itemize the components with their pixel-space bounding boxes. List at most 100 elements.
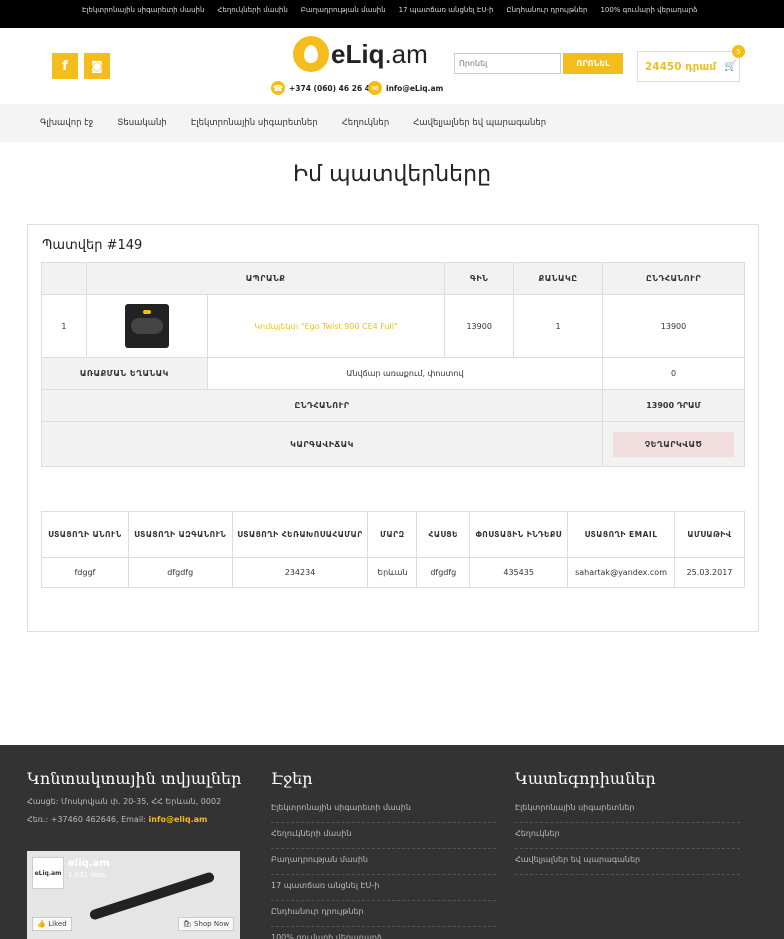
top-link[interactable]: 100% գումարի վերադարձ xyxy=(600,6,697,14)
phone-contact: ☎ +374 (060) 46 26 46 xyxy=(271,81,375,95)
facebook-icon[interactable]: f xyxy=(52,53,78,79)
product-link[interactable]: Կոմպլեկտ "Ego Twist 900 CE4 Full" xyxy=(254,322,397,331)
item-price: 13900 xyxy=(444,294,515,358)
order-date: 25.03.2017 xyxy=(674,557,745,588)
footer-page-link[interactable]: Հեղուկների մասին xyxy=(271,823,496,849)
postal-code: 435435 xyxy=(469,557,569,588)
footer-phone-email: Հեռ.: +37460 462646, Email: info@eliq.am xyxy=(27,815,207,824)
cart-amount: 24450 դրամ xyxy=(645,60,716,73)
item-total: 13900 xyxy=(602,294,745,358)
footer-page-link[interactable]: Էլեկտրոնային սիգարետի մասին xyxy=(271,797,496,823)
top-link[interactable]: Էլեկտրոնային սիգարետի մասին xyxy=(82,6,204,14)
order-items-table: ԱՊՐԱՆՔ ԳԻՆ ՔԱՆԱԿԸ ԸՆԴՀԱՆՈՒՐ 1 Կոմպլեկտ "… xyxy=(40,262,745,467)
col-total: ԸՆԴՀԱՆՈՒՐ xyxy=(602,262,745,295)
search-button[interactable]: ՈՐՈՆԵԼ xyxy=(563,53,623,74)
col-postal-code: ՓՈՍՏԱՅԻՆ ԻՆԴԵՔՍ xyxy=(469,511,569,558)
logo[interactable]: eLiq.am xyxy=(331,39,428,70)
cart[interactable]: 24450 դրամ 🛒 5 xyxy=(637,45,745,82)
header: f ◙ eLiq.am ☎ +374 (060) 46 26 46 ✉ info… xyxy=(0,28,784,104)
envelope-icon: ✉ xyxy=(368,81,382,95)
col-email: ՍՏԱՑՈՂԻ EMAIL xyxy=(567,511,675,558)
cart-count-badge: 5 xyxy=(732,45,745,58)
status-row: ԿԱՐԳԱՎԻՃԱԿ ՉԵՂԱՐԿՎԱԾ xyxy=(40,421,745,467)
delivery-method: Անվճար առաքում, փոստով xyxy=(206,357,604,390)
nav-item-catalog[interactable]: Տեսականի xyxy=(117,118,167,128)
instagram-icon[interactable]: ◙ xyxy=(84,53,110,79)
footer-category-link[interactable]: Հավելյալներ եվ պարագաներ xyxy=(515,849,740,875)
cart-icon: 🛒 xyxy=(723,61,737,72)
table-header-row: ՍՏԱՑՈՂԻ ԱՆՈՒՆ ՍՏԱՑՈՂԻ ԱԶԳԱՆՈՒՆ ՍՏԱՑՈՂԻ Հ… xyxy=(41,511,745,558)
item-name-cell: Կոմպլեկտ "Ego Twist 900 CE4 Full" xyxy=(206,294,446,358)
recipient-phone: 234234 xyxy=(231,557,369,588)
top-link[interactable]: Ընդհանուր դրույթներ xyxy=(506,6,587,14)
footer-category-link[interactable]: Հեղուկներ xyxy=(515,823,740,849)
grand-total-row: ԸՆԴՀԱՆՈՒՐ 13900 ԴՐԱՄ xyxy=(40,389,745,422)
status-label: ԿԱՐԳԱՎԻՃԱԿ xyxy=(40,421,604,467)
delivery-label: ԱՌԱՔՄԱՆ ԵՂԱՆԱԿ xyxy=(41,357,208,390)
logo-drop-icon[interactable] xyxy=(293,36,329,72)
facebook-widget[interactable]: eLiq.am eliq.am 1,031 likes 👍 Liked 🛍 Sh… xyxy=(27,851,240,939)
fb-page-name[interactable]: eliq.am xyxy=(68,858,110,869)
footer-phone: Հեռ.: +37460 462646, Email: xyxy=(27,815,149,824)
fb-like-label: Liked xyxy=(48,920,67,928)
item-index: 1 xyxy=(41,294,87,358)
categories-title: Կատեգորիաներ xyxy=(515,769,656,788)
col-region: ՄԱՐԶ xyxy=(367,511,418,558)
page-title: Իմ պատվերները xyxy=(292,162,492,187)
logo-brand: eLiq xyxy=(331,39,385,69)
fb-page-logo: eLiq.am xyxy=(32,857,64,889)
footer-pages-list: Էլեկտրոնային սիգարետի մասին Հեղուկների մ… xyxy=(271,797,496,939)
fb-likes-count: 1,031 likes xyxy=(68,871,106,879)
top-links: Էլեկտրոնային սիգարետի մասին Հեղուկների մ… xyxy=(0,0,784,14)
customer-table: ՍՏԱՑՈՂԻ ԱՆՈՒՆ ՍՏԱՑՈՂԻ ԱԶԳԱՆՈՒՆ ՍՏԱՑՈՂԻ Հ… xyxy=(41,511,745,588)
nav-item-home[interactable]: Գլխավոր էջ xyxy=(40,118,93,128)
nav-item-ecigarettes[interactable]: Էլեկտրոնային սիգարետներ xyxy=(191,118,318,128)
top-link[interactable]: Հեղուկների մասին xyxy=(217,6,287,14)
grand-total-label: ԸՆԴՀԱՆՈՒՐ xyxy=(40,389,604,422)
footer-page-link[interactable]: 17 պատճառ անցնել ԷՍ-ի xyxy=(271,875,496,901)
top-link[interactable]: Բաղադրության մասին xyxy=(301,6,386,14)
fb-shop-label: Shop Now xyxy=(194,920,230,928)
phone-icon: ☎ xyxy=(271,81,285,95)
region: Երևան xyxy=(367,557,418,588)
fb-like-button[interactable]: 👍 Liked xyxy=(32,917,72,931)
recipient-name: fdggf xyxy=(41,557,129,588)
recipient-surname: dfgdfg xyxy=(127,557,233,588)
footer-categories-list: Էլեկտրոնային սիգարետներ Հեղուկներ Հավելյ… xyxy=(515,797,740,875)
recipient-email: sahartak@yandex.com xyxy=(567,557,675,588)
product-thumbnail[interactable] xyxy=(124,304,169,348)
search-input[interactable] xyxy=(454,53,561,74)
nav-item-liquids[interactable]: Հեղուկներ xyxy=(342,118,390,128)
table-row: 1 Կոմպլեկտ "Ego Twist 900 CE4 Full" 1390… xyxy=(41,294,745,358)
order-heading: Պատվեր #149 xyxy=(42,238,143,253)
top-link[interactable]: 17 պատճառ անցնել ԷՍ-ի xyxy=(399,6,494,14)
phone-number: +374 (060) 46 26 46 xyxy=(289,83,376,93)
col-recipient-phone: ՍՏԱՑՈՂԻ ՀԵՌԱԽՈՍԱՀԱՄԱՐ xyxy=(231,511,369,558)
logo-tld: .am xyxy=(384,39,428,69)
footer-email-link[interactable]: info@eliq.am xyxy=(149,815,208,824)
footer-page-link[interactable]: Ընդհանուր դրույթներ xyxy=(271,901,496,927)
grand-total-value: 13900 ԴՐԱՄ xyxy=(602,389,745,422)
email-address[interactable]: info@eLiq.am xyxy=(386,84,443,93)
fb-shop-button[interactable]: 🛍 Shop Now xyxy=(178,917,234,931)
col-recipient-name: ՍՏԱՑՈՂԻ ԱՆՈՒՆ xyxy=(41,511,129,558)
top-bar: Էլեկտրոնային սիգարետի մասին Հեղուկների մ… xyxy=(0,0,784,28)
footer-page-link[interactable]: Բաղադրության մասին xyxy=(271,849,496,875)
main-nav: Գլխավոր էջ Տեսականի Էլեկտրոնային սիգարետ… xyxy=(0,104,784,142)
footer-address: Հասցե: Մոսկովյան փ. 20-35, ՀՀ Երևան, 000… xyxy=(27,797,222,806)
col-quantity: ՔԱՆԱԿԸ xyxy=(513,262,604,295)
delivery-row: ԱՌԱՔՄԱՆ ԵՂԱՆԱԿ Անվճար առաքում, փոստով 0 xyxy=(41,357,745,390)
col-index xyxy=(41,262,87,295)
pages-title: Էջեր xyxy=(271,769,313,788)
order-panel: Պատվեր #149 ԱՊՐԱՆՔ ԳԻՆ ՔԱՆԱԿԸ ԸՆԴՀԱՆՈՒՐ … xyxy=(27,224,759,632)
col-address: ՀԱՍՑԵ xyxy=(416,511,471,558)
table-header-row: ԱՊՐԱՆՔ ԳԻՆ ՔԱՆԱԿԸ ԸՆԴՀԱՆՈՒՐ xyxy=(41,262,745,295)
footer-page-link[interactable]: 100% գումարի վերադարձ xyxy=(271,927,496,939)
col-price: ԳԻՆ xyxy=(444,262,515,295)
status-badge: ՉԵՂԱՐԿՎԱԾ xyxy=(613,431,734,457)
shopping-bag-icon: 🛍 xyxy=(182,920,195,928)
nav-item-accessories[interactable]: Հավելյալներ եվ պարագաներ xyxy=(413,118,546,128)
col-recipient-surname: ՍՏԱՑՈՂԻ ԱԶԳԱՆՈՒՆ xyxy=(127,511,233,558)
footer-category-link[interactable]: Էլեկտրոնային սիգարետներ xyxy=(515,797,740,823)
item-quantity: 1 xyxy=(513,294,604,358)
